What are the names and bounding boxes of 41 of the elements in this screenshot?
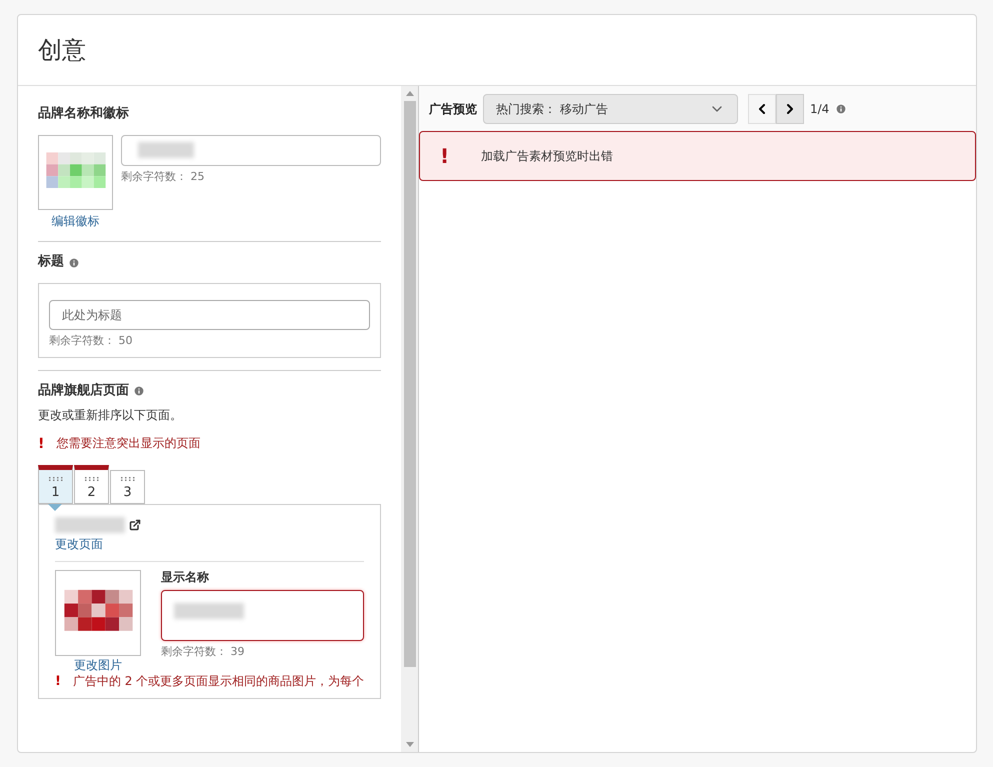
scrollbar[interactable] (401, 86, 418, 752)
error-icon: ! (440, 141, 450, 171)
scroll-down-icon[interactable] (406, 742, 414, 747)
remaining-count: 剩余字符数： 25 (121, 170, 206, 184)
edit-logo-link[interactable]: 编辑徽标 (52, 214, 100, 230)
blurred-text (55, 517, 125, 534)
page-counter: 1/4 (810, 100, 830, 118)
page-tab[interactable]: 3 (110, 470, 145, 504)
brand-name-field[interactable] (121, 134, 381, 166)
section-heading: 标题 (38, 254, 64, 272)
section-heading: 品牌旗舰店页面 (38, 382, 129, 400)
remaining-count: 剩余字符数： 50 (49, 334, 134, 349)
warning-icon: ! (38, 435, 44, 454)
info-icon[interactable] (68, 256, 80, 269)
drag-handle-icon (120, 477, 134, 482)
warning-text: 广告中的 2 个或更多页面显示相同的商品图片，为每个 (72, 674, 364, 690)
page-title: 创意 (38, 35, 86, 66)
external-link-icon[interactable] (129, 519, 141, 532)
drag-handle-icon (84, 477, 98, 482)
info-icon[interactable] (835, 102, 848, 114)
headline-field[interactable]: 此处为标题 (49, 300, 370, 330)
drag-handle-icon (48, 477, 62, 482)
change-image-link[interactable]: 更改图片 (74, 658, 122, 674)
warning-icon: ! (55, 674, 61, 690)
info-icon[interactable] (133, 385, 145, 398)
blurred-text (174, 602, 244, 619)
preview-label: 广告预览 (429, 100, 477, 118)
blurred-text (138, 142, 194, 158)
previous-button[interactable] (748, 94, 776, 124)
next-button[interactable] (776, 94, 804, 124)
warning-text: 您需要注意突出显示的页面 (56, 436, 200, 452)
scroll-up-icon[interactable] (406, 91, 414, 96)
display-name-field[interactable] (161, 590, 364, 641)
field-label: 显示名称 (161, 570, 210, 586)
remaining-count: 剩余字符数： 39 (161, 644, 246, 659)
section-heading: 品牌名称和徽标 (38, 106, 130, 123)
description-text: 更改或重新排序以下页面。 (38, 408, 183, 424)
preview-select[interactable]: 热门搜索： 移动广告 (483, 94, 738, 124)
error-text: 加载广告素材预览时出错 (481, 148, 614, 165)
page-tab[interactable]: 2 (74, 465, 109, 504)
change-page-link[interactable]: 更改页面 (55, 537, 364, 553)
